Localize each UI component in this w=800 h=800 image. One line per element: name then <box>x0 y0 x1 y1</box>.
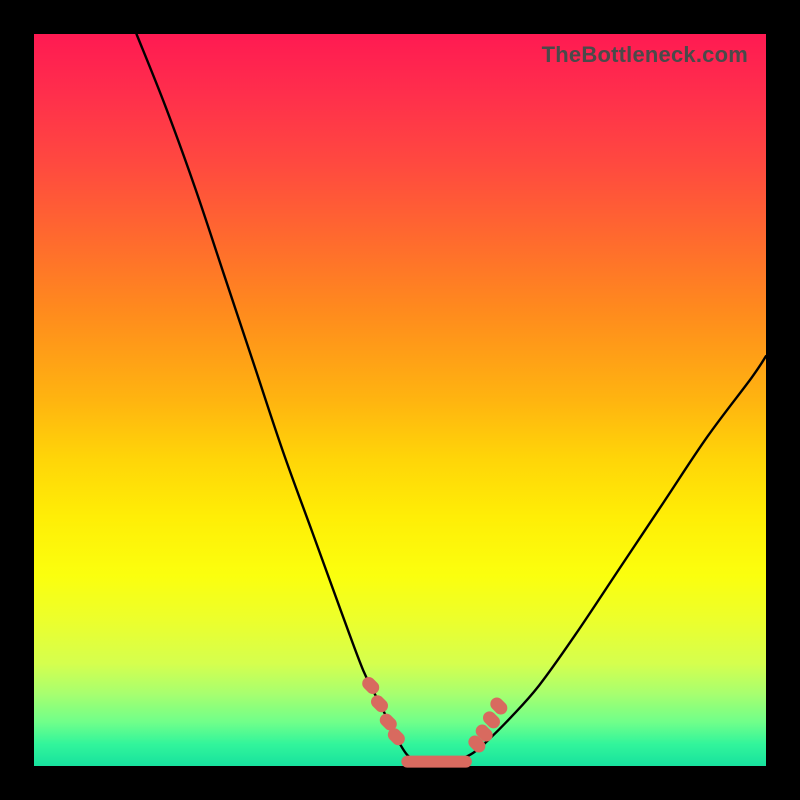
outer-black-frame: TheBottleneck.com <box>0 0 800 800</box>
chart-svg <box>34 34 766 766</box>
marker-dot <box>490 718 494 722</box>
marker-dot <box>369 683 373 687</box>
curve-left-branch <box>136 34 414 760</box>
curve-right-branch <box>459 356 766 760</box>
marker-dot <box>482 731 486 735</box>
marker-dot <box>497 704 501 708</box>
plot-area: TheBottleneck.com <box>34 34 766 766</box>
marker-dot <box>394 735 398 739</box>
marker-dot <box>475 742 479 746</box>
markers-right <box>475 704 501 746</box>
marker-dot <box>378 702 382 706</box>
markers-left <box>369 683 399 738</box>
marker-dot <box>386 720 390 724</box>
